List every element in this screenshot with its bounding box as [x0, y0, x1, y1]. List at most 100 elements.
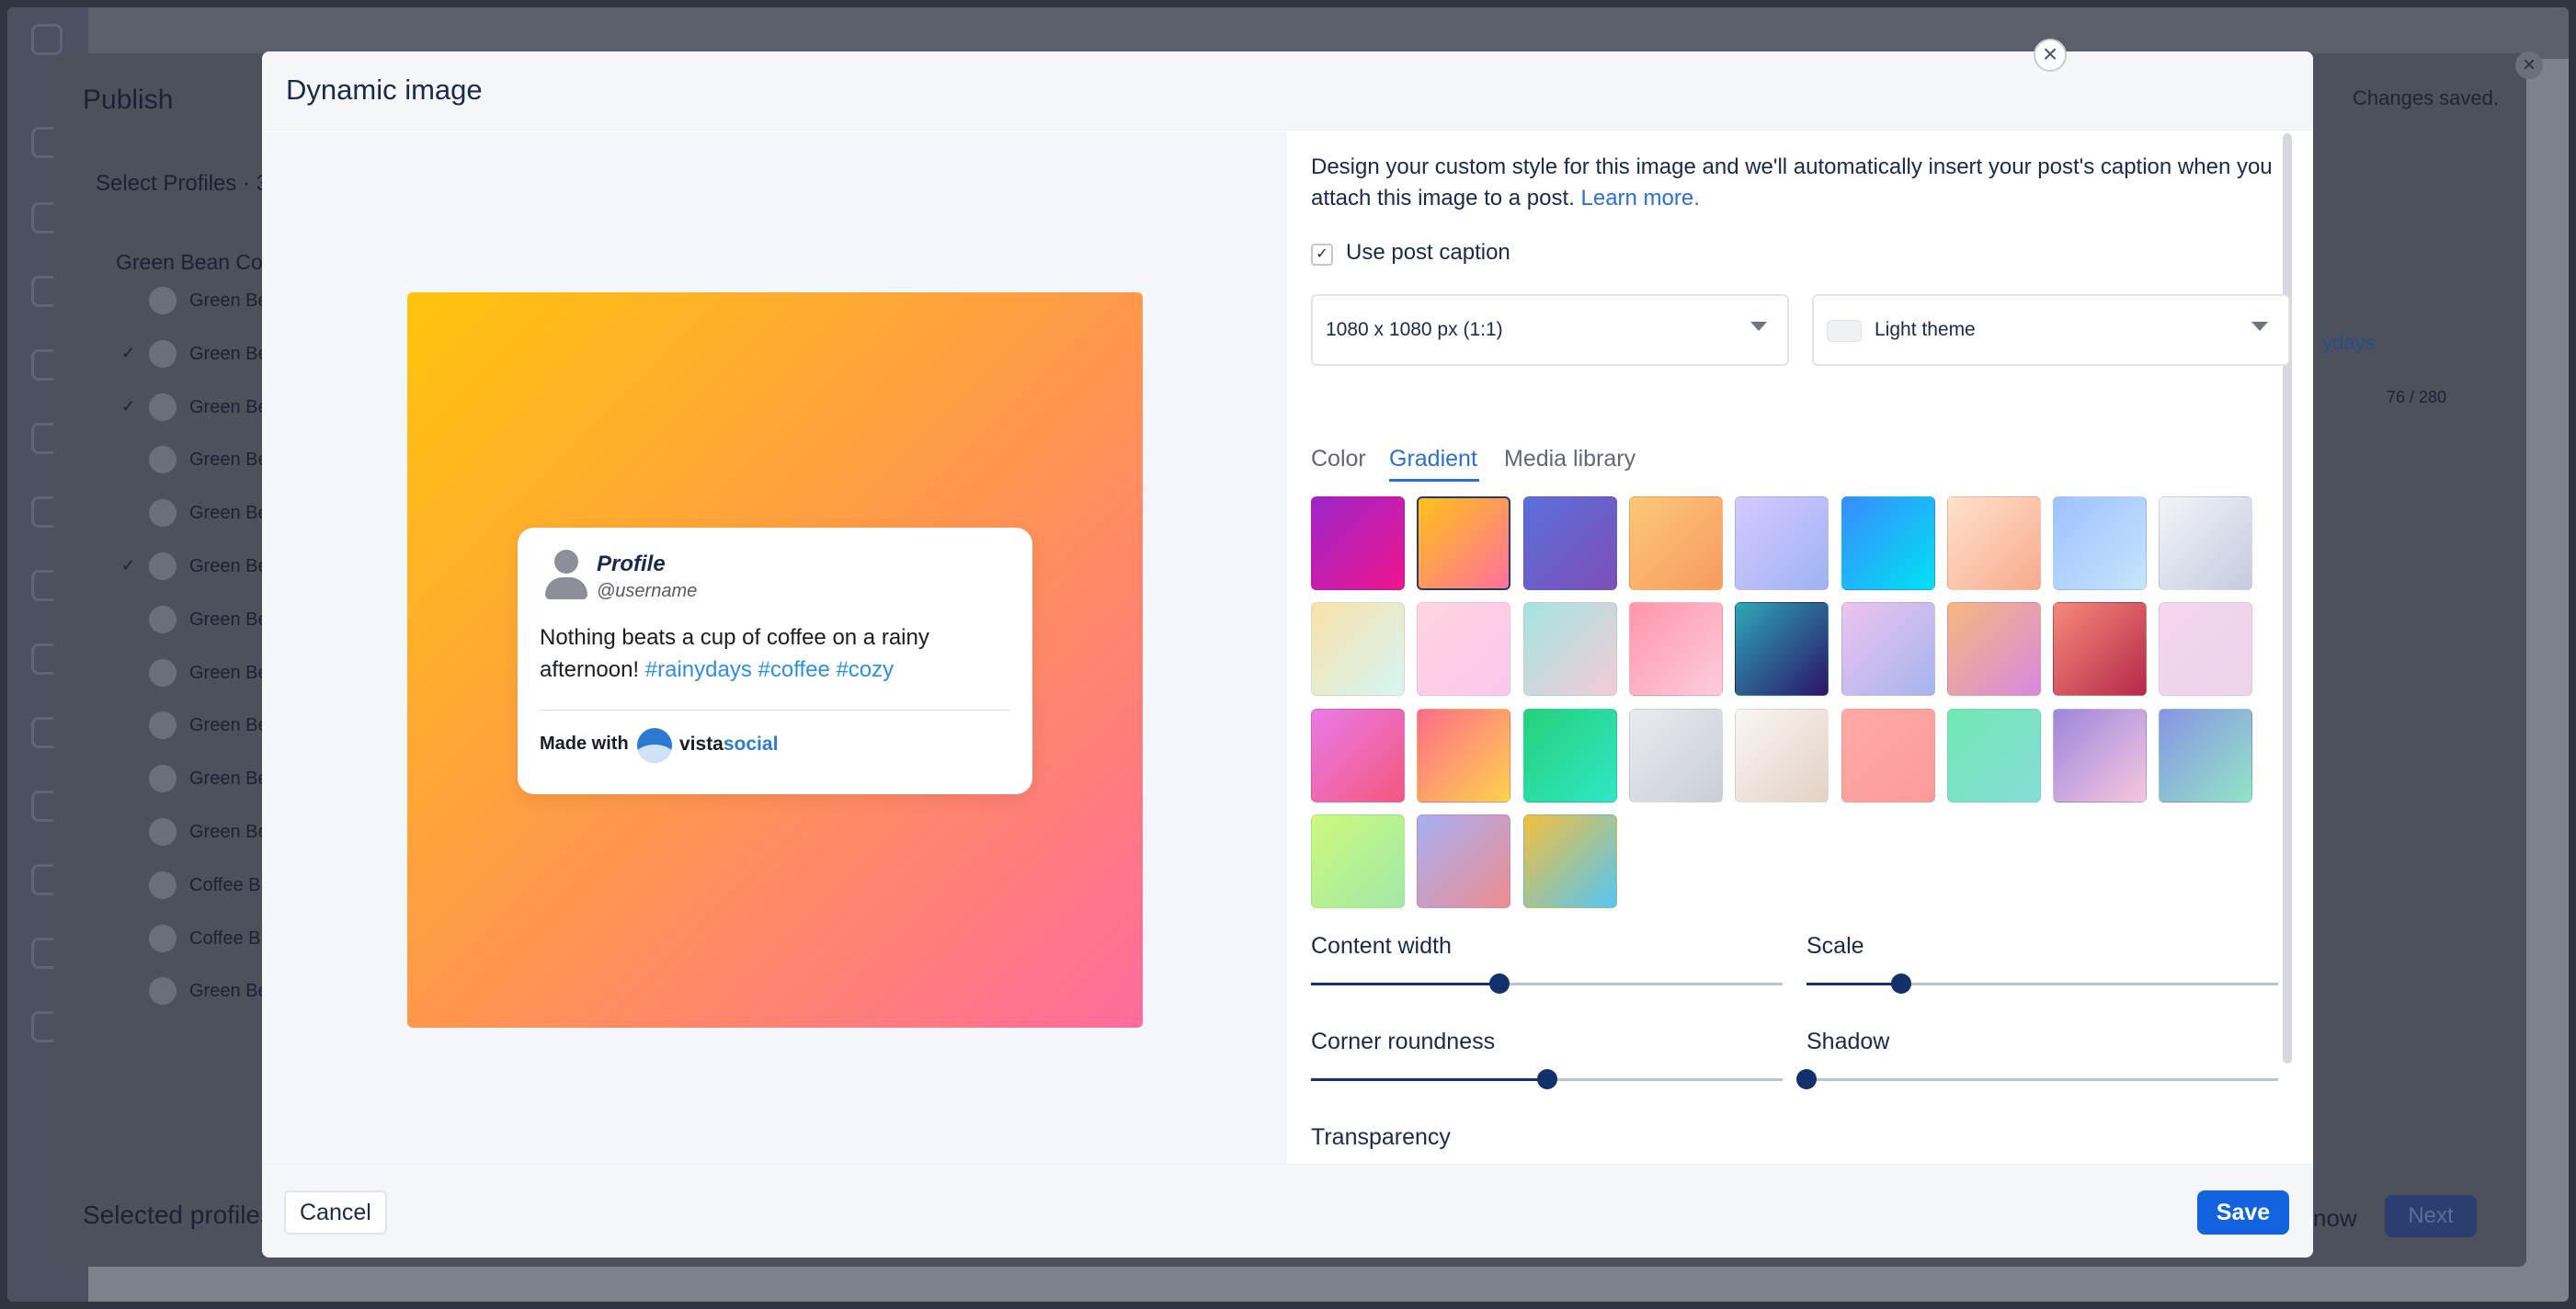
changes-saved-text: Changes saved.: [2353, 86, 2499, 109]
gradient-swatch[interactable]: [1735, 496, 1829, 590]
slider-thumb[interactable]: [1796, 1069, 1817, 1089]
tab-gradient[interactable]: Gradient: [1389, 446, 1477, 472]
gradient-swatch[interactable]: [1946, 602, 2041, 697]
gradient-swatch[interactable]: [1311, 708, 1405, 802]
gradient-swatch[interactable]: [1735, 708, 1829, 802]
check-icon: ✓: [121, 556, 136, 575]
check-icon: ✓: [121, 396, 136, 415]
post-text: Nothing beats a cup of coffee on a rainy…: [540, 621, 1018, 686]
modal-header: Dynamic image: [262, 51, 2313, 131]
post-now-button[interactable]: now: [2313, 1204, 2357, 1233]
tab-color[interactable]: Color: [1311, 446, 1366, 472]
gradient-swatch[interactable]: [1417, 496, 1511, 590]
save-button[interactable]: Save: [2197, 1190, 2289, 1235]
slider-track[interactable]: [1796, 1069, 2278, 1089]
gradient-swatch[interactable]: [1311, 814, 1405, 908]
publish-title: Publish: [83, 85, 174, 115]
gradient-swatch[interactable]: [1628, 602, 1723, 697]
hashtag-fragment: ydays: [2322, 331, 2376, 354]
profile-name[interactable]: Green Be: [189, 609, 268, 631]
slider-track[interactable]: [1311, 973, 1783, 994]
profile-avatar: [149, 605, 177, 633]
profile-avatar: [149, 871, 177, 899]
settings-scrollbar[interactable]: [2283, 133, 2292, 1064]
profile-name[interactable]: Green Be: [189, 290, 268, 312]
profile-name[interactable]: Coffee B: [189, 928, 260, 950]
gradient-swatch[interactable]: [2053, 602, 2148, 697]
gradient-swatch[interactable]: [1841, 708, 1935, 802]
post-hashtags: #rainydays #coffee #cozy: [644, 657, 895, 682]
gradient-swatch[interactable]: [1946, 496, 2041, 590]
gradient-swatch[interactable]: [1417, 602, 1511, 697]
profile-name[interactable]: Green Be: [189, 768, 268, 790]
theme-select-value: Light theme: [1875, 319, 1976, 340]
profile-name[interactable]: Green Be: [189, 981, 268, 1002]
profile-avatar: [149, 446, 177, 474]
slider-label: Scale: [1807, 933, 1864, 959]
profile-name[interactable]: Green Be: [189, 503, 268, 524]
cancel-button[interactable]: Cancel: [284, 1190, 387, 1235]
gradient-swatch[interactable]: [1522, 708, 1617, 802]
slider-label: Shadow: [1807, 1029, 1890, 1054]
profile-group-name: Green Bean Co: [116, 250, 263, 274]
gradient-swatch[interactable]: [2159, 496, 2253, 590]
profile-name[interactable]: Green Be: [189, 450, 268, 471]
slider-thumb[interactable]: [1536, 1069, 1557, 1089]
profile-name[interactable]: Green Be: [189, 344, 268, 365]
tab-media-library[interactable]: Media library: [1504, 446, 1636, 472]
gradient-swatch[interactable]: [1311, 496, 1405, 590]
gradient-swatch[interactable]: [1841, 496, 1935, 590]
profile-avatar-icon: [541, 550, 587, 601]
size-select[interactable]: 1080 x 1080 px (1:1): [1311, 294, 1789, 366]
preview-pane: Profile @username Nothing beats a cup of…: [262, 131, 1287, 1164]
preview-image: Profile @username Nothing beats a cup of…: [407, 292, 1143, 1028]
slider-track[interactable]: [1311, 1069, 1783, 1089]
theme-select[interactable]: Light theme: [1812, 294, 2290, 366]
profile-avatar: [149, 552, 177, 580]
gradient-swatch[interactable]: [1946, 708, 2041, 802]
gradient-swatch[interactable]: [1841, 602, 1935, 697]
dynamic-image-modal: Dynamic image Profile @username Nothing …: [262, 51, 2313, 1258]
gradient-swatch[interactable]: [1522, 496, 1617, 590]
vistasocial-logo-icon: [637, 728, 672, 763]
profile-name[interactable]: Green Be: [189, 715, 268, 736]
gradient-swatch[interactable]: [1417, 708, 1511, 802]
check-icon: ✓: [121, 343, 136, 362]
vistasocial-brand: vistasocial: [679, 734, 779, 755]
use-caption-label: Use post caption: [1346, 240, 1510, 265]
profile-name[interactable]: Coffee B: [189, 875, 260, 896]
profile-name[interactable]: Green Be: [189, 556, 268, 577]
selected-profiles-label: Selected profiles: [83, 1201, 274, 1229]
next-button[interactable]: Next: [2385, 1195, 2477, 1237]
profile-name[interactable]: Green Be: [189, 663, 268, 684]
chevron-down-icon: [1750, 322, 1767, 331]
gradient-swatch[interactable]: [1628, 496, 1723, 590]
publish-close-icon[interactable]: ×: [2515, 51, 2543, 79]
slider-track[interactable]: [1807, 973, 2278, 994]
gradient-swatch[interactable]: [2159, 602, 2253, 697]
profile-name[interactable]: Green Be: [189, 822, 268, 843]
slider-label: Corner roundness: [1311, 1029, 1496, 1054]
gradient-swatch[interactable]: [1522, 602, 1617, 697]
profile-avatar: [149, 711, 177, 740]
slider-fill: [1807, 983, 1901, 985]
profile-name[interactable]: Green Be: [189, 397, 268, 418]
gradient-swatch[interactable]: [1522, 814, 1617, 908]
slider-label: Transparency: [1311, 1124, 1451, 1150]
gradient-swatch[interactable]: [2053, 496, 2148, 590]
slider-thumb[interactable]: [1489, 973, 1510, 994]
gradient-swatch[interactable]: [2053, 708, 2148, 802]
learn-more-link[interactable]: Learn more.: [1581, 186, 1700, 211]
use-caption-checkbox[interactable]: ✓: [1311, 244, 1333, 266]
made-with-label: Made with: [540, 734, 629, 754]
gradient-swatch[interactable]: [1735, 602, 1829, 697]
profile-avatar: [149, 499, 177, 528]
close-icon[interactable]: ×: [2034, 39, 2067, 72]
gradient-swatch[interactable]: [1417, 814, 1511, 908]
gradient-swatch[interactable]: [1628, 708, 1723, 802]
app-logo-icon: [31, 24, 63, 55]
gradient-swatch[interactable]: [2159, 708, 2253, 802]
gradient-swatch[interactable]: [1311, 602, 1405, 697]
settings-pane: Design your custom style for this image …: [1288, 131, 2313, 1185]
slider-thumb[interactable]: [1890, 973, 1911, 994]
